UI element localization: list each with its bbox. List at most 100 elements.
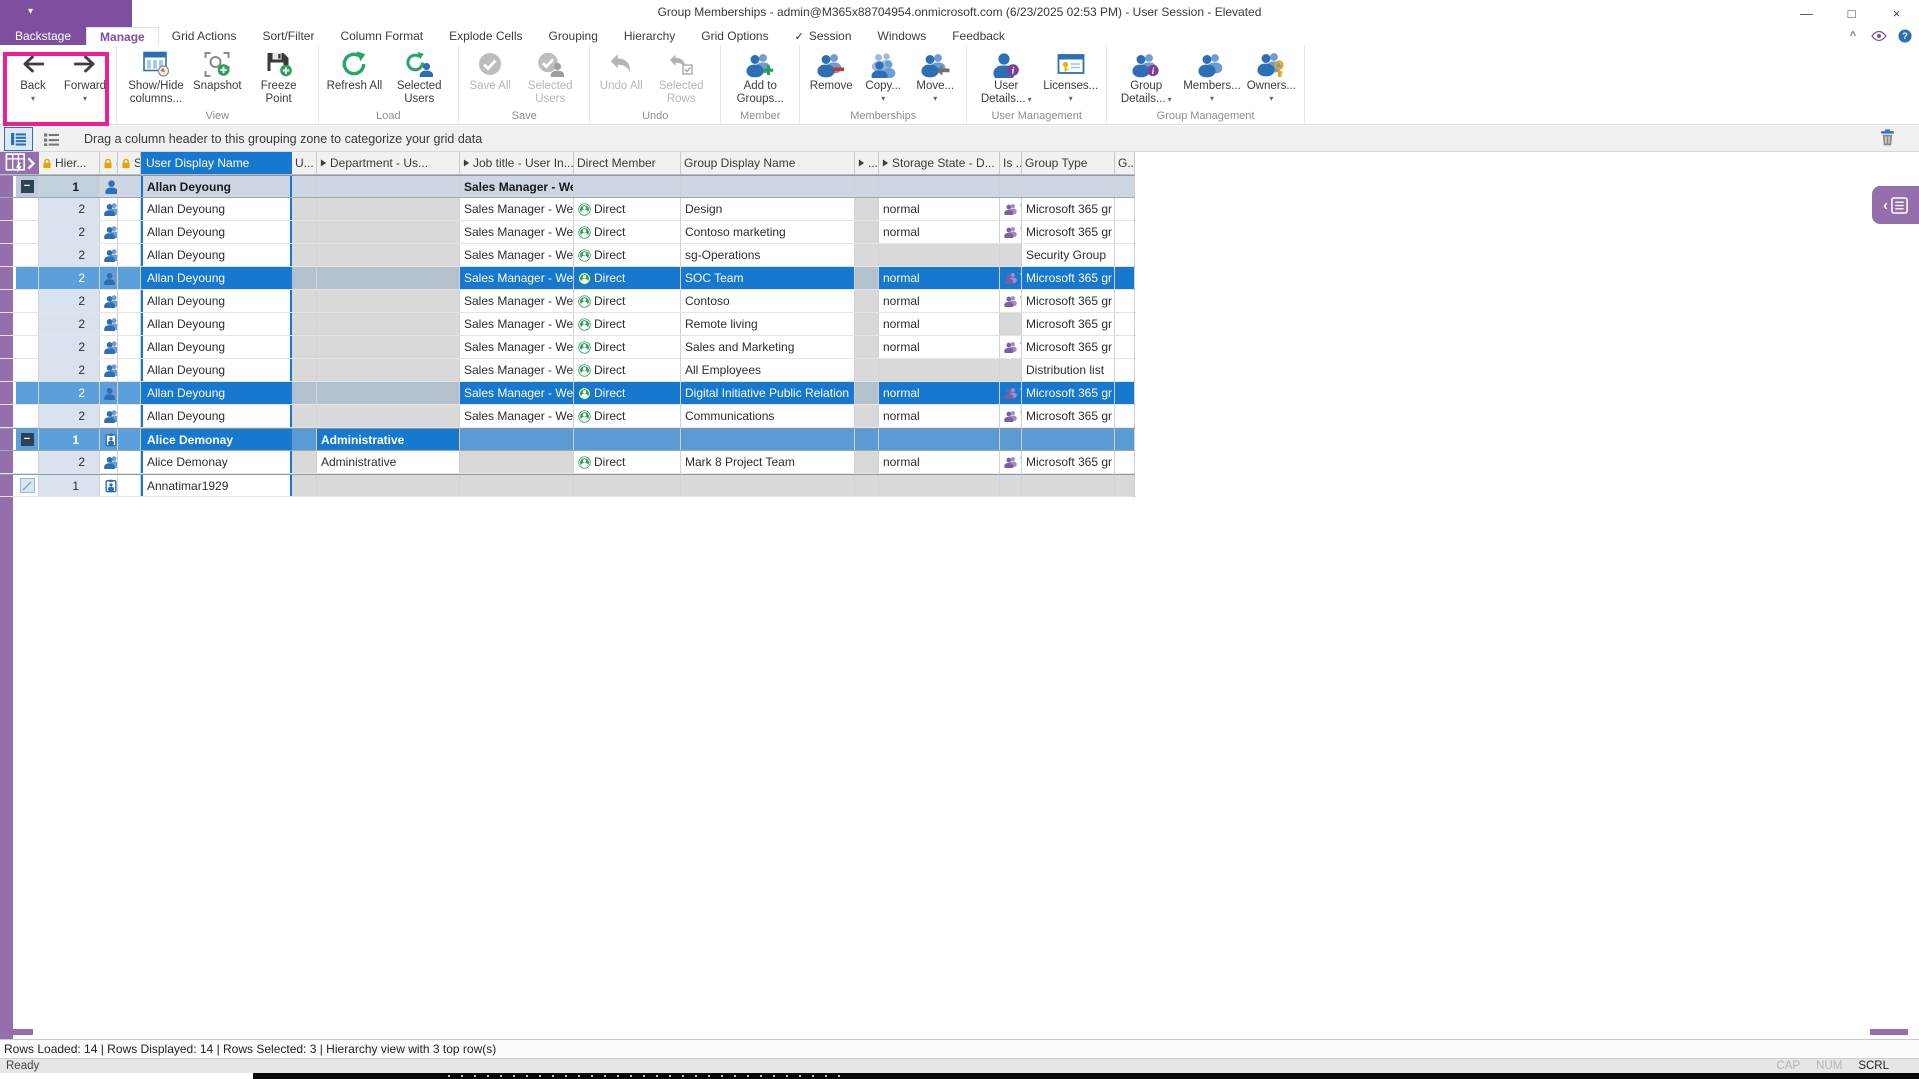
cell-is[interactable] bbox=[1000, 429, 1022, 450]
cell-s[interactable] bbox=[118, 221, 141, 243]
cell-job[interactable]: Sales Manager - Wes bbox=[460, 198, 574, 220]
cell-group[interactable]: Remote living bbox=[681, 313, 855, 335]
column-header-direct[interactable]: Direct Member bbox=[574, 152, 681, 174]
cell-expand[interactable] bbox=[0, 221, 39, 243]
cell-storage[interactable]: normal bbox=[879, 267, 1000, 289]
cell-storage[interactable]: normal bbox=[879, 382, 1000, 404]
cell-s[interactable] bbox=[118, 290, 141, 312]
cell-name[interactable]: Allan Deyoung bbox=[141, 267, 292, 289]
cell-gtype[interactable]: Distribution list bbox=[1022, 359, 1115, 381]
cell-name[interactable]: Allan Deyoung bbox=[141, 244, 292, 266]
column-header-job[interactable]: Job title - User In... bbox=[460, 152, 574, 174]
cell-job[interactable]: Sales Manager - We bbox=[460, 176, 574, 197]
cell-gtype[interactable]: Microsoft 365 gr bbox=[1022, 382, 1115, 404]
cell-expand[interactable] bbox=[0, 405, 39, 427]
cell-is[interactable]: T bbox=[1000, 221, 1022, 243]
cell-level[interactable]: 2 bbox=[39, 290, 100, 312]
trash-icon[interactable] bbox=[1878, 128, 1897, 147]
cell-gtype[interactable]: Microsoft 365 gr bbox=[1022, 221, 1115, 243]
cell-pic[interactable] bbox=[100, 176, 118, 197]
cell-name[interactable]: Allan Deyoung bbox=[141, 290, 292, 312]
cell-direct[interactable] bbox=[574, 475, 681, 496]
cell-job[interactable]: Sales Manager - Wes bbox=[460, 267, 574, 289]
cell-pic[interactable] bbox=[100, 429, 118, 450]
cell-expand[interactable] bbox=[0, 313, 39, 335]
cell-arrow2[interactable] bbox=[855, 221, 879, 243]
grid-row[interactable]: 2Allan DeyoungSales Manager - WesDirectA… bbox=[0, 359, 1134, 382]
expand-area[interactable] bbox=[16, 244, 38, 266]
tab-backstage[interactable]: Backstage bbox=[0, 27, 86, 45]
cell-s[interactable] bbox=[118, 176, 141, 197]
cell-direct[interactable]: Direct bbox=[574, 290, 681, 312]
cell-level[interactable]: 2 bbox=[39, 244, 100, 266]
cell-department[interactable] bbox=[317, 475, 460, 496]
save-all-button[interactable]: Save All bbox=[464, 46, 516, 95]
cell-department[interactable] bbox=[317, 290, 460, 312]
cell-is[interactable]: T bbox=[1000, 267, 1022, 289]
column-header-level[interactable]: Hier... bbox=[39, 152, 100, 174]
cell-is[interactable] bbox=[1000, 244, 1022, 266]
cell-pic[interactable] bbox=[100, 336, 118, 358]
cell-arrow2[interactable] bbox=[855, 198, 879, 220]
cell-s[interactable] bbox=[118, 336, 141, 358]
expand-area[interactable]: − bbox=[16, 429, 38, 450]
cell-g[interactable] bbox=[1115, 313, 1135, 335]
cell-u[interactable] bbox=[292, 313, 317, 335]
cell-gtype[interactable]: Microsoft 365 gr bbox=[1022, 313, 1115, 335]
hscroll-end[interactable] bbox=[1870, 1029, 1908, 1035]
selected-users-button[interactable]: Selected Users bbox=[385, 46, 453, 108]
cell-gtype[interactable]: Microsoft 365 gr bbox=[1022, 336, 1115, 358]
expand-area[interactable] bbox=[16, 198, 38, 220]
minimize-button[interactable]: — bbox=[1784, 0, 1829, 27]
cell-group[interactable]: Contoso bbox=[681, 290, 855, 312]
cell-pic[interactable] bbox=[100, 244, 118, 266]
expand-area[interactable] bbox=[16, 382, 38, 404]
tab-manage[interactable]: Manage bbox=[86, 27, 159, 45]
cell-arrow2[interactable] bbox=[855, 405, 879, 427]
cell-level[interactable]: 2 bbox=[39, 405, 100, 427]
cell-u[interactable] bbox=[292, 451, 317, 473]
cell-u[interactable] bbox=[292, 198, 317, 220]
cell-u[interactable] bbox=[292, 221, 317, 243]
cell-pic[interactable] bbox=[100, 198, 118, 220]
cell-department[interactable] bbox=[317, 267, 460, 289]
cell-is[interactable]: T bbox=[1000, 382, 1022, 404]
grid-row[interactable]: 2Allan DeyoungSales Manager - WesDirectC… bbox=[0, 221, 1134, 244]
cell-gtype[interactable]: Security Group bbox=[1022, 244, 1115, 266]
cell-is[interactable]: T bbox=[1000, 336, 1022, 358]
cell-expand[interactable]: − bbox=[0, 429, 39, 450]
cell-arrow2[interactable] bbox=[855, 429, 879, 450]
cell-direct[interactable]: Direct bbox=[574, 336, 681, 358]
column-header-department[interactable]: Department - Us... bbox=[317, 152, 460, 174]
cell-g[interactable] bbox=[1115, 475, 1135, 496]
cell-arrow2[interactable] bbox=[855, 267, 879, 289]
add-to-groups-button[interactable]: Add to Groups... bbox=[726, 46, 794, 108]
cell-g[interactable] bbox=[1115, 429, 1135, 450]
cell-expand[interactable] bbox=[0, 267, 39, 289]
cell-is[interactable]: T bbox=[1000, 290, 1022, 312]
collapse-row-icon[interactable]: − bbox=[21, 433, 34, 446]
cell-storage[interactable]: normal bbox=[879, 336, 1000, 358]
cell-u[interactable] bbox=[292, 382, 317, 404]
cell-s[interactable] bbox=[118, 429, 141, 450]
cell-expand[interactable]: − bbox=[0, 176, 39, 197]
expand-area[interactable]: − bbox=[16, 176, 38, 197]
cell-u[interactable] bbox=[292, 359, 317, 381]
cell-name[interactable]: Allan Deyoung bbox=[141, 176, 292, 197]
column-header-s[interactable]: S bbox=[118, 152, 141, 174]
cell-u[interactable] bbox=[292, 429, 317, 450]
cell-name[interactable]: Allan Deyoung bbox=[141, 313, 292, 335]
cell-pic[interactable] bbox=[100, 405, 118, 427]
cell-gtype[interactable] bbox=[1022, 429, 1115, 450]
cell-gtype[interactable]: Microsoft 365 gr bbox=[1022, 198, 1115, 220]
cell-g[interactable] bbox=[1115, 405, 1135, 427]
cell-storage[interactable] bbox=[879, 244, 1000, 266]
cell-name[interactable]: Allan Deyoung bbox=[141, 198, 292, 220]
cell-is[interactable]: T bbox=[1000, 451, 1022, 473]
tab-grid-options[interactable]: Grid Options bbox=[688, 27, 781, 45]
grid-row[interactable]: 2Allan DeyoungSales Manager - WesDirectD… bbox=[0, 198, 1134, 221]
cell-pic[interactable] bbox=[100, 475, 118, 496]
tab-grouping[interactable]: Grouping bbox=[536, 27, 611, 45]
cell-direct[interactable]: Direct bbox=[574, 405, 681, 427]
cell-arrow2[interactable] bbox=[855, 313, 879, 335]
